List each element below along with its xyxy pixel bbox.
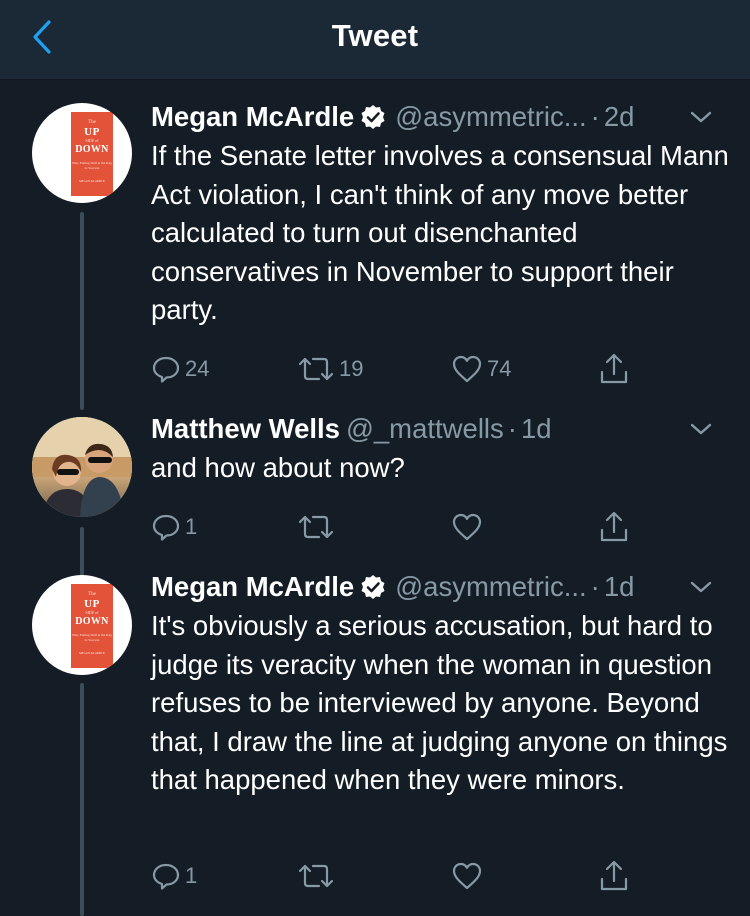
like-count: 74 bbox=[487, 356, 512, 381]
book-cover-image: The UP SIDE of DOWN Why Failing Well is … bbox=[71, 584, 113, 668]
retweet-button[interactable] bbox=[297, 507, 335, 547]
verified-badge-icon bbox=[361, 105, 385, 129]
tweet[interactable]: The UP SIDE of DOWN Why Failing Well is … bbox=[0, 97, 750, 397]
timestamp[interactable]: 1d bbox=[604, 571, 635, 603]
tweet[interactable]: The UP SIDE of DOWN Why Failing Well is … bbox=[0, 567, 750, 916]
reply-button[interactable]: 1 bbox=[151, 507, 197, 547]
timestamp[interactable]: 1d bbox=[521, 413, 552, 445]
tweet-header: Matthew Wells @_mattwells · 1d bbox=[151, 409, 730, 449]
display-name[interactable]: Matthew Wells bbox=[151, 413, 340, 445]
share-button[interactable] bbox=[598, 507, 630, 547]
display-name[interactable]: Megan McArdle bbox=[151, 571, 354, 603]
chevron-down-icon[interactable] bbox=[686, 575, 716, 599]
separator-dot: · bbox=[590, 571, 600, 602]
reply-icon bbox=[152, 514, 180, 541]
chevron-down-icon[interactable] bbox=[686, 417, 716, 441]
share-icon bbox=[600, 353, 628, 384]
timestamp[interactable]: 2d bbox=[604, 101, 635, 133]
heart-icon bbox=[452, 513, 482, 541]
user-handle[interactable]: @_mattwells bbox=[346, 413, 504, 445]
avatar[interactable] bbox=[32, 417, 132, 517]
retweet-button[interactable]: 19 bbox=[297, 349, 363, 389]
profile-photo bbox=[32, 417, 132, 517]
couple-photo-icon bbox=[32, 417, 132, 517]
book-cover-image: The UP SIDE of DOWN Why Failing Well is … bbox=[71, 112, 113, 196]
like-button[interactable] bbox=[451, 507, 483, 547]
avatar[interactable]: The UP SIDE of DOWN Why Failing Well is … bbox=[32, 103, 132, 203]
tweet[interactable]: Matthew Wells @_mattwells · 1d and how a… bbox=[0, 409, 750, 559]
tweet-header: Megan McArdle @asymmetric... · 1d bbox=[151, 567, 730, 607]
retweet-icon bbox=[298, 864, 334, 888]
page-title: Tweet bbox=[331, 18, 419, 53]
tweet-header: Megan McArdle @asymmetric... · 2d bbox=[151, 97, 730, 137]
reply-button[interactable]: 24 bbox=[151, 349, 209, 389]
reply-icon bbox=[152, 863, 180, 890]
chevron-down-icon[interactable] bbox=[686, 105, 716, 129]
avatar[interactable]: The UP SIDE of DOWN Why Failing Well is … bbox=[32, 575, 132, 675]
tweet-actions: 1 bbox=[151, 507, 651, 547]
separator-dot: · bbox=[507, 413, 517, 444]
reply-count: 1 bbox=[185, 863, 198, 888]
share-button[interactable] bbox=[598, 856, 630, 896]
share-icon bbox=[600, 860, 628, 891]
reply-icon bbox=[152, 356, 180, 383]
reply-count: 1 bbox=[185, 514, 198, 539]
top-bar: Tweet bbox=[0, 0, 750, 80]
tweet-actions: 1 bbox=[151, 856, 651, 896]
reply-button[interactable]: 1 bbox=[151, 856, 197, 896]
retweet-count: 19 bbox=[339, 356, 364, 381]
retweet-button[interactable] bbox=[297, 856, 335, 896]
retweet-icon bbox=[298, 357, 334, 381]
retweet-icon bbox=[298, 515, 334, 539]
verified-badge-icon bbox=[361, 575, 385, 599]
share-icon bbox=[600, 511, 628, 542]
user-handle[interactable]: @asymmetric... bbox=[395, 101, 586, 133]
heart-icon bbox=[452, 355, 482, 383]
tweet-text: It's obviously a serious accusation, but… bbox=[151, 610, 728, 795]
separator-dot: · bbox=[590, 101, 600, 132]
reply-count: 24 bbox=[185, 356, 210, 381]
heart-icon bbox=[452, 862, 482, 890]
display-name[interactable]: Megan McArdle bbox=[151, 101, 354, 133]
tweet-actions: 24 19 74 bbox=[151, 349, 651, 389]
user-handle[interactable]: @asymmetric... bbox=[395, 571, 586, 603]
tweet-text: and how about now? bbox=[151, 452, 405, 483]
share-button[interactable] bbox=[598, 349, 630, 389]
like-button[interactable] bbox=[451, 856, 483, 896]
like-button[interactable]: 74 bbox=[451, 349, 511, 389]
tweet-text: If the Senate letter involves a consensu… bbox=[151, 140, 729, 325]
